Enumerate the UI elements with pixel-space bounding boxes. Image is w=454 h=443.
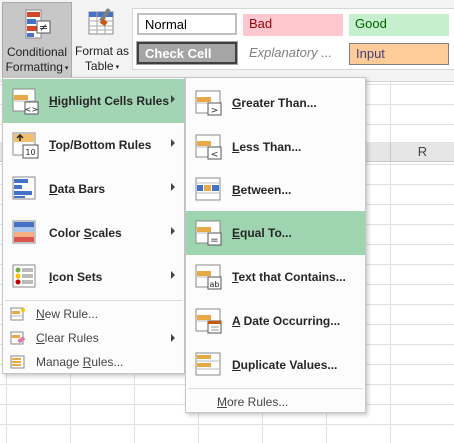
menu-item-label: Date Occurring...	[240, 314, 341, 328]
menu-item-label: qual To...	[240, 226, 292, 240]
style-bad[interactable]: Bad	[243, 14, 343, 36]
menu-item-icon-sets[interactable]: Icon Sets	[3, 255, 184, 299]
menu-accel: C	[36, 331, 45, 345]
menu-accel: S	[83, 226, 92, 240]
style-normal[interactable]: Normal	[137, 13, 237, 35]
menu-item-label: ore Rules...	[227, 395, 289, 409]
manage-rules-icon	[10, 355, 26, 369]
top-bottom-icon: 10	[11, 131, 39, 159]
style-check-cell[interactable]: Check Cell	[136, 41, 238, 65]
menu-accel: D	[232, 358, 241, 372]
svg-text:=: =	[210, 235, 218, 246]
style-explanatory[interactable]: Explanatory ...	[243, 43, 343, 65]
highlight-cells-icon: <>	[11, 87, 39, 115]
submenu-arrow-icon	[171, 271, 175, 279]
menu-item-label-prefix: Manage	[36, 355, 83, 369]
chevron-down-icon: ▾	[115, 64, 120, 71]
menu-item-new-rule[interactable]: New Rule...	[3, 302, 184, 326]
svg-text:ab: ab	[210, 280, 220, 289]
cell-styles-gallery: Normal Bad Good Check Cell Explanatory .…	[132, 8, 454, 70]
submenu-item-less-than[interactable]: < Less Than...	[186, 125, 365, 169]
equal-to-icon: =	[194, 219, 222, 247]
color-scales-icon	[11, 219, 39, 247]
icon-sets-icon	[11, 263, 39, 291]
submenu-arrow-icon	[171, 334, 175, 342]
between-icon	[194, 176, 222, 204]
submenu-item-date-occurring[interactable]: A Date Occurring...	[186, 299, 365, 343]
menu-accel: E	[232, 226, 241, 240]
svg-text:>: >	[211, 106, 219, 116]
submenu-item-equal-to[interactable]: = Equal To...	[186, 211, 365, 255]
menu-item-label: op/Bottom Rules	[55, 138, 152, 152]
conditional-formatting-label-2: Formatting	[5, 60, 63, 74]
conditional-formatting-button[interactable]: ≠ Conditional Formatting ▾	[2, 2, 72, 78]
svg-text:<: <	[211, 150, 219, 160]
format-as-table-label-2: Table	[84, 59, 114, 73]
submenu-item-between[interactable]: Between...	[186, 168, 365, 212]
style-good[interactable]: Good	[349, 14, 449, 36]
menu-item-label: uplicate Values...	[240, 358, 338, 372]
menu-accel: G	[232, 96, 242, 110]
menu-accel: B	[232, 183, 241, 197]
submenu-arrow-icon	[171, 95, 175, 103]
menu-item-label: ext that Contains...	[238, 270, 346, 284]
menu-item-label-prefix: Color	[49, 226, 84, 240]
submenu-arrow-icon	[171, 139, 175, 147]
less-than-icon: <	[194, 133, 222, 161]
column-header-r[interactable]: R	[390, 142, 454, 162]
greater-than-icon: >	[194, 89, 222, 117]
menu-separator	[188, 388, 363, 389]
menu-item-clear-rules[interactable]: Clear Rules	[3, 326, 184, 350]
menu-item-highlight-cells-rules[interactable]: <> Highlight Cells Rules	[3, 79, 184, 123]
ribbon: ≠ Conditional Formatting ▾ Format as Tabl…	[0, 0, 454, 82]
menu-item-label: ess Than...	[239, 140, 302, 154]
duplicate-values-icon	[194, 351, 222, 379]
menu-item-data-bars[interactable]: Data Bars	[3, 167, 184, 211]
menu-item-color-scales[interactable]: Color Scales	[3, 211, 184, 255]
text-contains-icon: ab	[194, 263, 222, 291]
eraser-icon	[10, 331, 26, 345]
submenu-item-more-rules[interactable]: More Rules...	[186, 390, 365, 414]
menu-accel: D	[49, 182, 58, 196]
submenu-item-greater-than[interactable]: > Greater Than...	[186, 81, 365, 125]
menu-item-label: ew Rule...	[44, 307, 99, 321]
menu-accel: M	[217, 395, 227, 409]
menu-item-label: ules...	[91, 355, 124, 369]
submenu-arrow-icon	[171, 227, 175, 235]
submenu-arrow-icon	[171, 183, 175, 191]
menu-item-manage-rules[interactable]: Manage Rules...	[3, 350, 184, 374]
chevron-down-icon: ▾	[64, 65, 69, 72]
conditional-formatting-label-1: Conditional	[6, 45, 68, 59]
submenu-item-text-contains[interactable]: ab Text that Contains...	[186, 255, 365, 299]
menu-accel: H	[49, 94, 58, 108]
conditional-formatting-menu: <> Highlight Cells Rules 10 Top/Bottom R…	[2, 77, 185, 374]
conditional-formatting-icon: ≠	[25, 9, 51, 44]
menu-item-label: cales	[91, 226, 122, 240]
format-as-table-label-1: Format as	[74, 44, 129, 58]
menu-item-label: reater Than...	[241, 96, 317, 110]
menu-item-label: ata Bars	[57, 182, 106, 196]
menu-item-label: ighlight Cells Rules	[57, 94, 170, 108]
svg-text:10: 10	[25, 148, 35, 157]
new-rule-icon	[10, 307, 26, 321]
date-occurring-icon	[194, 307, 222, 335]
format-as-table-button[interactable]: Format as Table ▾	[74, 2, 130, 78]
submenu-item-duplicate-values[interactable]: Duplicate Values...	[186, 343, 365, 387]
style-input[interactable]: Input	[349, 43, 449, 65]
menu-separator	[5, 300, 182, 301]
highlight-cells-rules-submenu: > Greater Than... < Less Than... Between…	[185, 77, 366, 413]
menu-item-top-bottom-rules[interactable]: 10 Top/Bottom Rules	[3, 123, 184, 167]
format-as-table-icon	[88, 8, 116, 43]
svg-text:≠: ≠	[39, 21, 48, 34]
menu-item-label: lear Rules	[44, 331, 99, 345]
menu-item-label: con Sets	[52, 270, 103, 284]
svg-text:<>: <>	[25, 105, 38, 114]
menu-accel: A	[232, 314, 241, 328]
menu-accel: N	[36, 307, 45, 321]
data-bars-icon	[11, 175, 39, 203]
menu-item-label: etween...	[240, 183, 292, 197]
